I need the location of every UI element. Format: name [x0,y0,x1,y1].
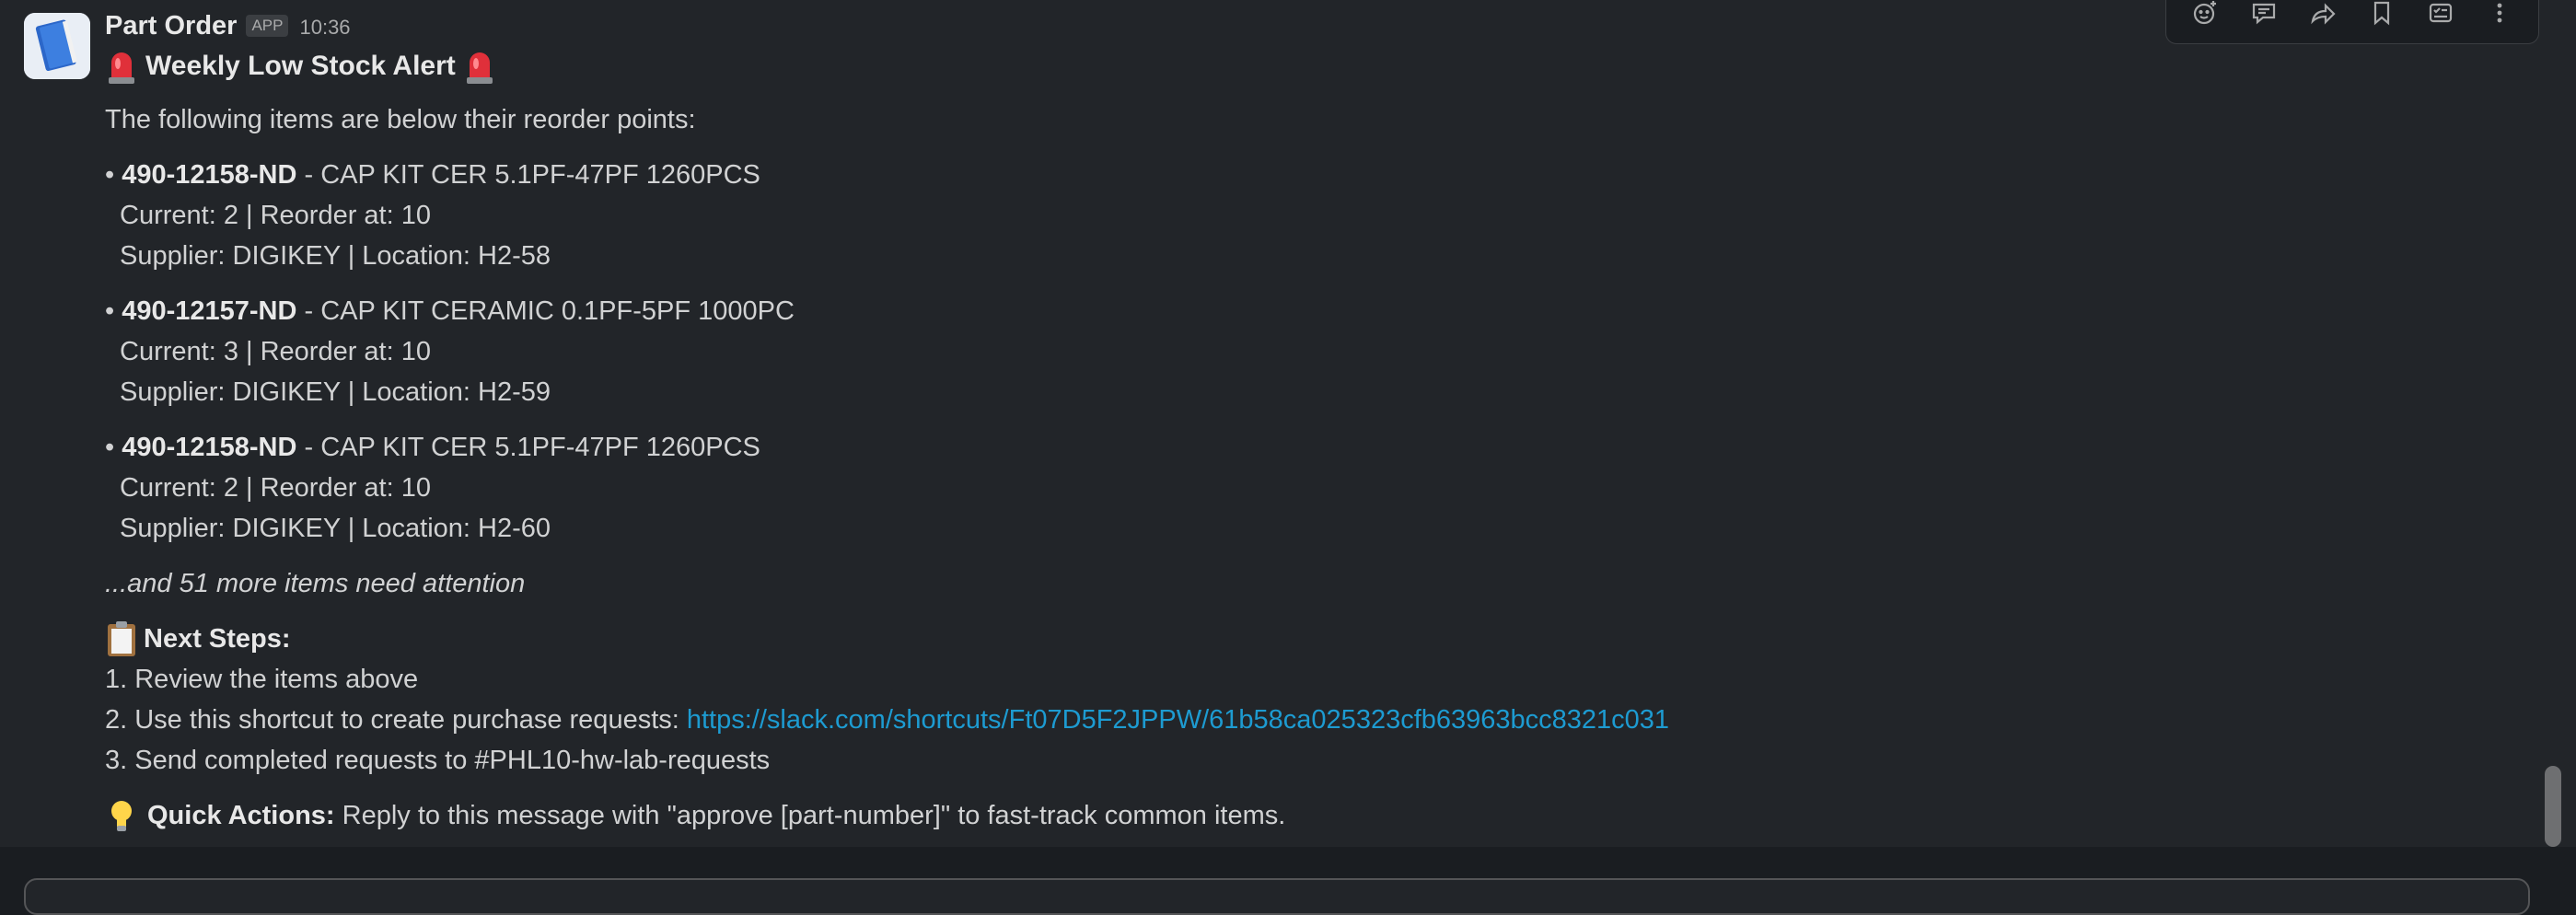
quick-actions-line: Quick Actions: Reply to this message wit… [105,795,2499,836]
part-description: - CAP KIT CERAMIC 0.1PF-5PF 1000PC [296,296,795,326]
part-description: - CAP KIT CER 5.1PF-47PF 1260PCS [296,433,760,462]
step-three: 3. Send completed requests to #PHL10-hw-… [105,746,771,775]
quick-actions-text: Reply to this message with "approve [par… [334,801,1286,830]
save-for-later-icon[interactable] [2419,0,2463,35]
step-two-text: 2. Use this shortcut to create purchase … [105,705,687,735]
part-description: - CAP KIT CER 5.1PF-47PF 1260PCS [296,160,760,190]
list-item: • 490-12158-ND - CAP KIT CER 5.1PF-47PF … [105,155,2499,276]
step-one: 1. Review the items above [105,665,419,694]
stock-info: Current: 2 | Reorder at: 10 [120,201,431,230]
bookmark-icon[interactable] [2360,0,2404,35]
message-actions-toolbar [2165,0,2539,44]
message-block: Part Order APP 10:36 Weekly Low Stock Al… [0,0,2576,847]
clipboard-icon [105,620,138,657]
stock-info: Current: 3 | Reorder at: 10 [120,337,431,366]
message-content: Part Order APP 10:36 Weekly Low Stock Al… [105,11,2499,836]
intro-text: The following items are below their reor… [105,105,696,134]
supplier-info: Supplier: DIGIKEY | Location: H2-60 [120,514,551,543]
sender-name[interactable]: Part Order [105,11,237,41]
alert-title-line: Weekly Low Stock Alert [105,46,2499,87]
stock-info: Current: 2 | Reorder at: 10 [120,473,431,503]
list-item: • 490-12158-ND - CAP KIT CER 5.1PF-47PF … [105,427,2499,549]
scrollbar-thumb[interactable] [2545,766,2561,847]
reply-thread-icon[interactable] [2242,0,2286,35]
rotating-light-icon [105,48,138,85]
supplier-info: Supplier: DIGIKEY | Location: H2-58 [120,241,551,271]
supplier-info: Supplier: DIGIKEY | Location: H2-59 [120,377,551,407]
forward-icon[interactable] [2301,0,2345,35]
message-timestamp[interactable]: 10:36 [299,16,350,40]
rotating-light-icon [463,48,496,85]
app-avatar[interactable] [24,13,90,79]
emoji-reaction-icon[interactable] [2183,0,2227,35]
next-steps-title: Next Steps: [144,624,291,654]
part-number: 490-12158-ND [122,160,297,190]
message-composer[interactable] [24,878,2530,915]
quick-actions-label: Quick Actions: [147,801,335,830]
part-number: 490-12158-ND [122,433,297,462]
more-items-note: ...and 51 more items need attention [105,569,526,598]
next-steps-heading: Next Steps: [105,619,2499,659]
part-number: 490-12157-ND [122,296,297,326]
message-header: Part Order APP 10:36 [105,11,2499,44]
alert-title: Weekly Low Stock Alert [145,51,456,81]
list-item: • 490-12157-ND - CAP KIT CERAMIC 0.1PF-5… [105,291,2499,412]
step-two: 2. Use this shortcut to create purchase … [105,700,2499,740]
app-badge: APP [246,15,289,37]
more-options-icon[interactable] [2477,0,2522,35]
shortcut-link[interactable]: https://slack.com/shortcuts/Ft07D5F2JPPW… [687,705,1669,735]
light-bulb-icon [105,797,138,834]
